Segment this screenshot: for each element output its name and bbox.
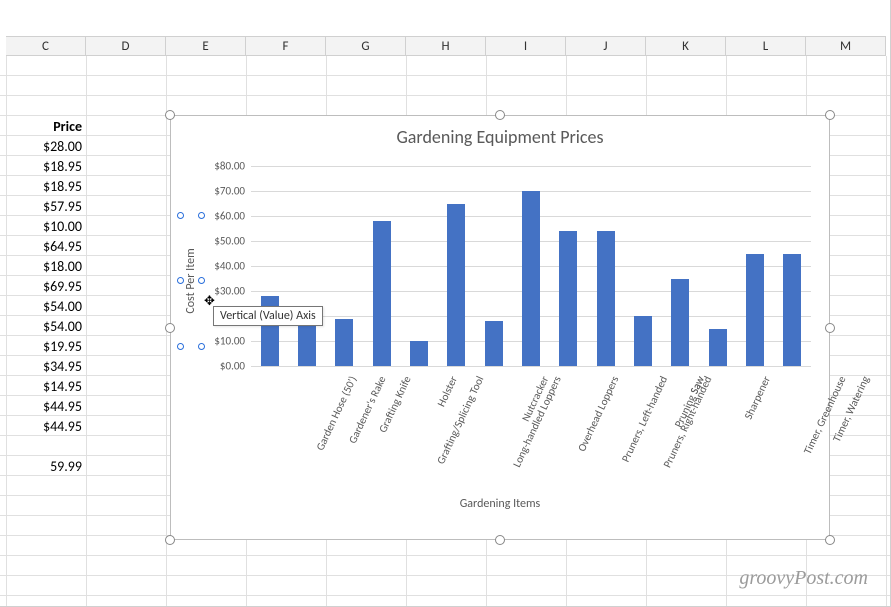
bar[interactable] <box>746 254 764 366</box>
watermark: groovyPost.com <box>739 567 868 590</box>
y-tick-label: $60.00 <box>195 210 245 223</box>
selection-handle[interactable] <box>198 277 205 284</box>
cell-price[interactable]: $14.95 <box>6 376 86 396</box>
cell-price[interactable]: $54.00 <box>6 296 86 316</box>
chart-resize-handle[interactable] <box>165 110 175 120</box>
bar[interactable] <box>447 204 465 366</box>
column-header-E[interactable]: E <box>166 36 246 56</box>
column-header-L[interactable]: L <box>726 36 806 56</box>
cell-price[interactable]: $10.00 <box>6 216 86 236</box>
bar[interactable] <box>335 319 353 366</box>
x-tick-label: Pruners, Left-handed <box>619 374 670 464</box>
y-tick-label: $0.00 <box>195 360 245 373</box>
chart-resize-handle[interactable] <box>495 110 505 120</box>
y-tick-label: $30.00 <box>195 285 245 298</box>
chart-resize-handle[interactable] <box>825 323 835 333</box>
cell-price[interactable]: $18.95 <box>6 176 86 196</box>
x-tick-label: Sharpener <box>741 374 772 421</box>
cell-price[interactable]: $57.95 <box>6 196 86 216</box>
cell-price[interactable]: $44.95 <box>6 396 86 416</box>
cell-price-header[interactable]: Price <box>6 116 86 136</box>
y-tick-label: $40.00 <box>195 260 245 273</box>
bar[interactable] <box>373 221 391 366</box>
cell-price[interactable]: $54.00 <box>6 316 86 336</box>
y-tick-label: $50.00 <box>195 235 245 248</box>
cell-price[interactable]: 59.99 <box>6 456 86 476</box>
cell-price[interactable]: $44.95 <box>6 416 86 436</box>
y-tick-label: $80.00 <box>195 160 245 173</box>
cell-price[interactable]: $34.95 <box>6 356 86 376</box>
selection-handle[interactable] <box>177 277 184 284</box>
bar[interactable] <box>559 231 577 366</box>
cell-price[interactable]: $18.95 <box>6 156 86 176</box>
bar[interactable] <box>671 279 689 366</box>
y-tick-label: $70.00 <box>195 185 245 198</box>
axis-tooltip: Vertical (Value) Axis <box>213 306 323 326</box>
y-tick-label: $10.00 <box>195 335 245 348</box>
cell-price[interactable]: $69.95 <box>6 276 86 296</box>
bar[interactable] <box>709 329 727 366</box>
chart-resize-handle[interactable] <box>825 535 835 545</box>
gridline <box>251 166 811 167</box>
x-tick-label: Holster <box>435 374 460 409</box>
column-header-M[interactable]: M <box>806 36 886 56</box>
column-header-D[interactable]: D <box>86 36 166 56</box>
column-header-K[interactable]: K <box>646 36 726 56</box>
chart-object[interactable]: Gardening Equipment Prices Cost Per Item… <box>170 115 830 540</box>
column-header-G[interactable]: G <box>326 36 406 56</box>
chart-resize-handle[interactable] <box>825 110 835 120</box>
bar[interactable] <box>597 231 615 366</box>
chart-title[interactable]: Gardening Equipment Prices <box>171 116 829 152</box>
column-header-F[interactable]: F <box>246 36 326 56</box>
selection-handle[interactable] <box>177 343 184 350</box>
bar[interactable] <box>522 191 540 366</box>
plot-area[interactable]: $0.00$10.00$20.00$30.00$40.00$50.00$60.0… <box>251 166 811 366</box>
gridline <box>251 366 811 367</box>
cell-price[interactable]: $19.95 <box>6 336 86 356</box>
cell-price[interactable]: $28.00 <box>6 136 86 156</box>
x-axis-title[interactable]: Gardening Items <box>171 497 829 511</box>
y-axis-title: Cost Per Item <box>184 248 198 313</box>
column-header-I[interactable]: I <box>486 36 566 56</box>
chart-resize-handle[interactable] <box>165 323 175 333</box>
bar[interactable] <box>410 341 428 366</box>
column-header-J[interactable]: J <box>566 36 646 56</box>
bar[interactable] <box>634 316 652 366</box>
cell-price[interactable]: $18.00 <box>6 256 86 276</box>
x-tick-label: Overhead Loppers <box>575 374 621 453</box>
selection-handle[interactable] <box>177 212 184 219</box>
bar[interactable] <box>485 321 503 366</box>
bar[interactable] <box>783 254 801 366</box>
chart-resize-handle[interactable] <box>165 535 175 545</box>
chart-resize-handle[interactable] <box>495 535 505 545</box>
column-header-H[interactable]: H <box>406 36 486 56</box>
cell-price[interactable]: $64.95 <box>6 236 86 256</box>
spreadsheet: CDEFGHIJKLM Price$28.00$18.95$18.95$57.9… <box>0 0 891 607</box>
column-header-C[interactable]: C <box>6 36 86 56</box>
